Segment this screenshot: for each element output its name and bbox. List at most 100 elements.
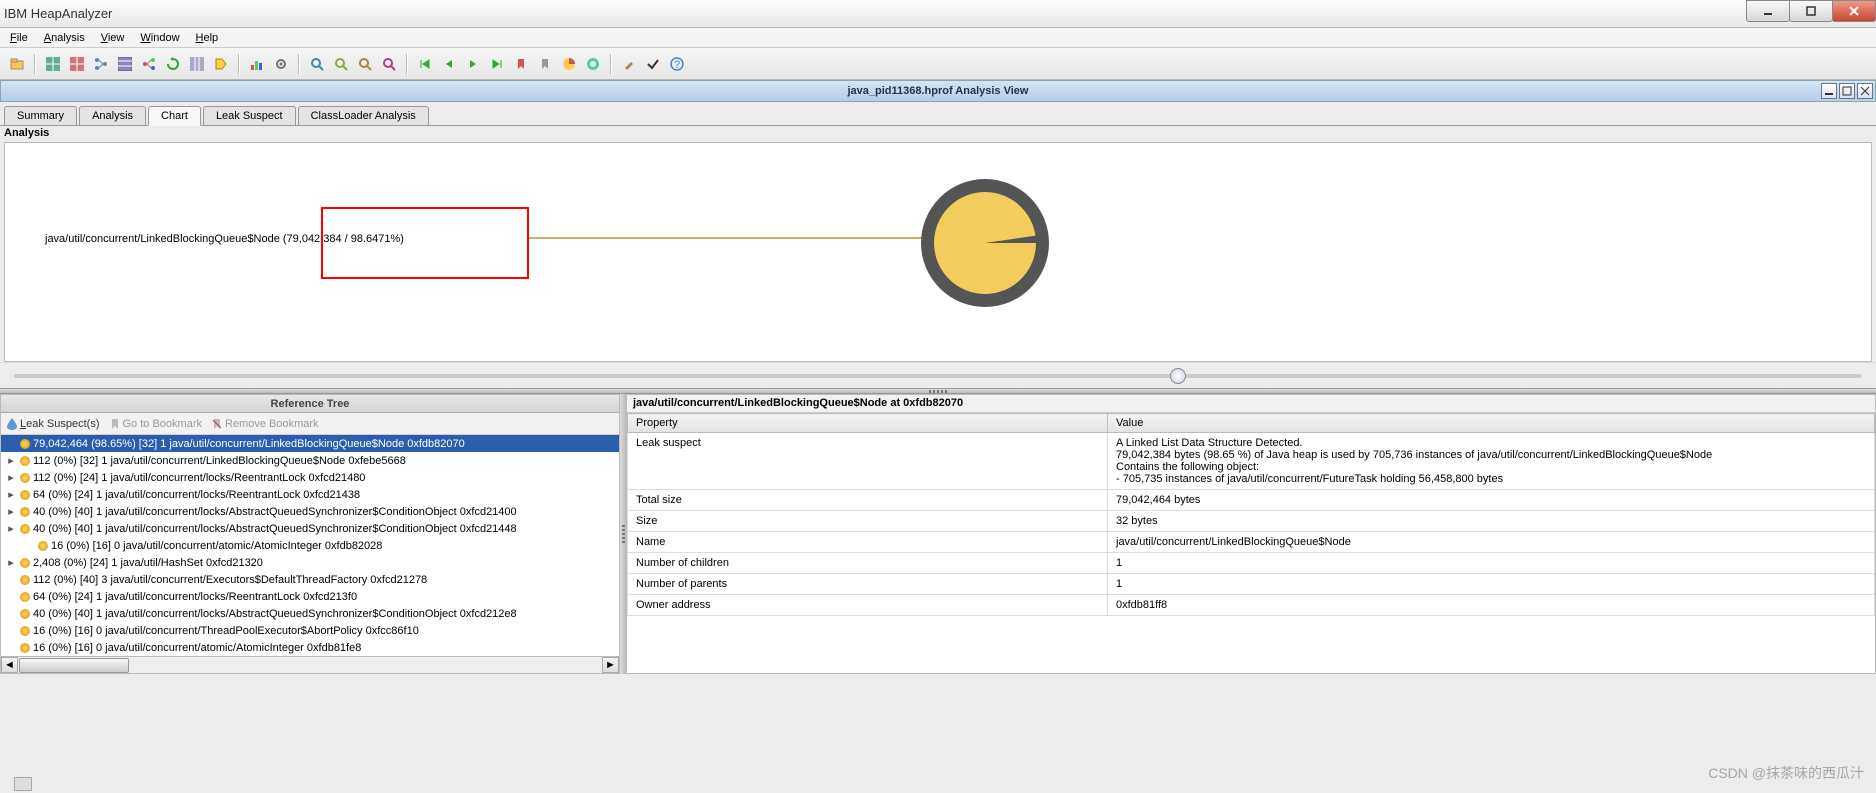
remove-bookmark-link[interactable]: Remove Bookmark (212, 418, 319, 430)
sub-maximize-icon[interactable] (1839, 83, 1855, 99)
reference-tree[interactable]: 79,042,464 (98.65%) [32] 1 java/util/con… (1, 435, 619, 656)
node-icon (20, 507, 30, 517)
tree-row-label: 16 (0%) [16] 0 java/util/concurrent/Thre… (33, 625, 419, 637)
chart-edge (529, 237, 929, 239)
node-icon (20, 439, 30, 449)
tree-row[interactable]: ▸64 (0%) [24] 1 java/util/concurrent/loc… (1, 486, 619, 503)
menu-view[interactable]: View (95, 30, 131, 46)
check-icon[interactable] (642, 53, 664, 75)
refresh-icon[interactable] (162, 53, 184, 75)
sub-minimize-icon[interactable] (1821, 83, 1837, 99)
node-icon (20, 490, 30, 500)
open-icon[interactable] (6, 53, 28, 75)
tree-row[interactable]: ▸112 (0%) [32] 1 java/util/concurrent/Li… (1, 452, 619, 469)
tree-row[interactable]: ▸112 (0%) [24] 1 java/util/concurrent/lo… (1, 469, 619, 486)
donut-icon[interactable] (582, 53, 604, 75)
tree-row[interactable]: 112 (0%) [40] 3 java/util/concurrent/Exe… (1, 571, 619, 588)
close-button[interactable] (1832, 0, 1876, 22)
tab-analysis[interactable]: Analysis (79, 106, 146, 125)
property-key: Owner address (628, 595, 1108, 616)
chart-area[interactable]: java/util/concurrent/LinkedBlockingQueue… (4, 142, 1872, 362)
property-row[interactable]: Leak suspectA Linked List Data Structure… (628, 433, 1875, 490)
tree-row-label: 64 (0%) [24] 1 java/util/concurrent/lock… (33, 591, 357, 603)
menu-help[interactable]: Help (190, 30, 225, 46)
property-row[interactable]: Number of children1 (628, 553, 1875, 574)
property-table: Property Value Leak suspectA Linked List… (627, 413, 1875, 616)
tab-classloader[interactable]: ClassLoader Analysis (298, 106, 429, 125)
property-value: A Linked List Data Structure Detected.79… (1108, 433, 1875, 490)
tree-row[interactable]: 16 (0%) [16] 0 java/util/concurrent/Thre… (1, 622, 619, 639)
sub-close-icon[interactable] (1857, 83, 1873, 99)
slider-thumb[interactable] (1170, 368, 1186, 384)
menu-file[interactable]: File (4, 30, 34, 46)
maximize-button[interactable] (1789, 0, 1833, 22)
zoom3-icon[interactable] (354, 53, 376, 75)
tree-icon[interactable] (90, 53, 112, 75)
nav-last-icon[interactable] (486, 53, 508, 75)
chart-icon[interactable] (246, 53, 268, 75)
svg-text:?: ? (674, 59, 680, 71)
menu-window[interactable]: Window (134, 30, 185, 46)
scroll-left-icon[interactable]: ◄ (1, 657, 18, 673)
property-row[interactable]: Number of parents1 (628, 574, 1875, 595)
tree-row[interactable]: 16 (0%) [16] 0 java/util/concurrent/atom… (1, 537, 619, 554)
goto-bookmark-link[interactable]: Go to Bookmark (110, 418, 202, 430)
tree-row-label: 40 (0%) [40] 1 java/util/concurrent/lock… (33, 608, 517, 620)
property-row[interactable]: Owner address0xfdb81ff8 (628, 595, 1875, 616)
nav-next-icon[interactable] (462, 53, 484, 75)
col-property[interactable]: Property (628, 414, 1108, 433)
tree-row[interactable]: ▸2,408 (0%) [24] 1 java/util/HashSet 0xf… (1, 554, 619, 571)
table-icon[interactable] (114, 53, 136, 75)
tree-row-label: 112 (0%) [24] 1 java/util/concurrent/loc… (33, 472, 365, 484)
node-icon (20, 456, 30, 466)
brush-icon[interactable] (618, 53, 640, 75)
help-icon[interactable]: ? (666, 53, 688, 75)
nav-prev-icon[interactable] (438, 53, 460, 75)
scroll-thumb[interactable] (19, 658, 129, 673)
col-value[interactable]: Value (1108, 414, 1875, 433)
property-key: Name (628, 532, 1108, 553)
bookmark-add-icon[interactable] (510, 53, 532, 75)
tree-row[interactable]: 64 (0%) [24] 1 java/util/concurrent/lock… (1, 588, 619, 605)
grid3-icon[interactable] (186, 53, 208, 75)
zoom-slider[interactable] (0, 362, 1876, 388)
property-row[interactable]: Size32 bytes (628, 511, 1875, 532)
droplet-icon (7, 418, 17, 430)
menu-analysis[interactable]: Analysis (38, 30, 91, 46)
tree-row-label: 16 (0%) [16] 0 java/util/concurrent/atom… (33, 642, 361, 654)
reference-tree-toolbar: Leak Suspect(s) Go to Bookmark Remove Bo… (1, 413, 619, 435)
tree-row[interactable]: 40 (0%) [40] 1 java/util/concurrent/lock… (1, 605, 619, 622)
tree-row[interactable]: 79,042,464 (98.65%) [32] 1 java/util/con… (1, 435, 619, 452)
scroll-right-icon[interactable]: ► (602, 657, 619, 673)
property-row[interactable]: Total size79,042,464 bytes (628, 490, 1875, 511)
tree-scrollbar[interactable]: ◄ ► (1, 656, 619, 673)
tree-row-label: 112 (0%) [32] 1 java/util/concurrent/Lin… (33, 455, 406, 467)
minimize-button[interactable] (1746, 0, 1790, 22)
tree-row[interactable]: ▸40 (0%) [40] 1 java/util/concurrent/loc… (1, 520, 619, 537)
zoom4-icon[interactable] (378, 53, 400, 75)
tab-leak-suspect[interactable]: Leak Suspect (203, 106, 296, 125)
zoom1-icon[interactable] (306, 53, 328, 75)
property-key: Number of parents (628, 574, 1108, 595)
node-icon (20, 473, 30, 483)
leak-suspects-link[interactable]: Leak Suspect(s) (7, 418, 100, 430)
tag-icon[interactable] (210, 53, 232, 75)
network-icon[interactable] (138, 53, 160, 75)
gear-icon[interactable] (270, 53, 292, 75)
bookmark-remove-icon[interactable] (534, 53, 556, 75)
node-icon (38, 541, 48, 551)
property-value: java/util/concurrent/LinkedBlockingQueue… (1108, 532, 1875, 553)
tree-row[interactable]: 16 (0%) [16] 0 java/util/concurrent/atom… (1, 639, 619, 656)
tree-row-label: 2,408 (0%) [24] 1 java/util/HashSet 0xfc… (33, 557, 263, 569)
tree-row[interactable]: ▸40 (0%) [40] 1 java/util/concurrent/loc… (1, 503, 619, 520)
property-row[interactable]: Namejava/util/concurrent/LinkedBlockingQ… (628, 532, 1875, 553)
nav-first-icon[interactable] (414, 53, 436, 75)
panel-label: Analysis (0, 126, 1876, 142)
grid2-icon[interactable] (66, 53, 88, 75)
pie-node[interactable] (915, 173, 1055, 313)
grid1-icon[interactable] (42, 53, 64, 75)
pie-icon[interactable] (558, 53, 580, 75)
zoom2-icon[interactable] (330, 53, 352, 75)
tab-chart[interactable]: Chart (148, 106, 201, 126)
tab-summary[interactable]: Summary (4, 106, 77, 125)
